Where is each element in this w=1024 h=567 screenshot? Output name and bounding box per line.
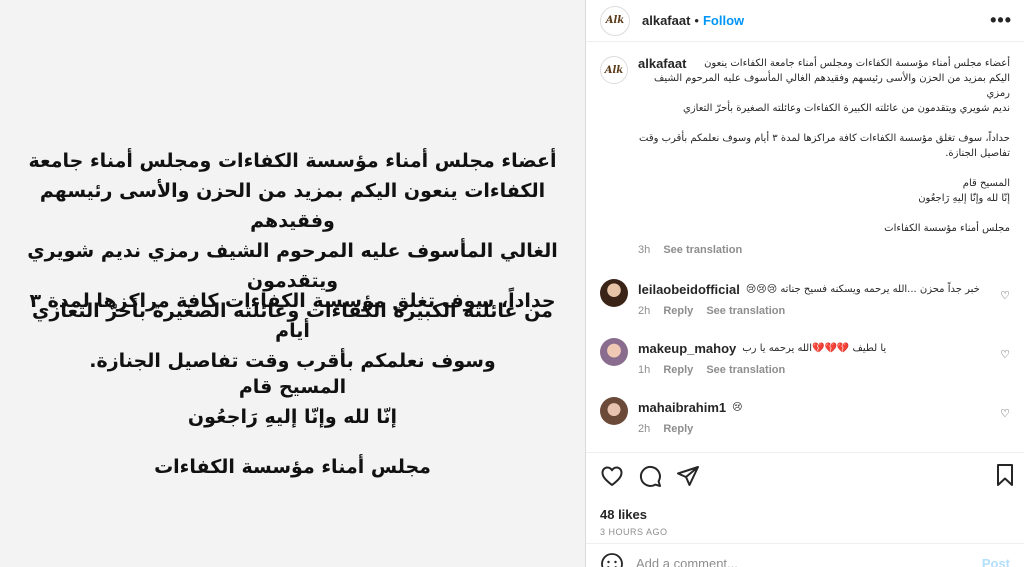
reply-button[interactable]: Reply (663, 305, 693, 317)
caption-line: اليكم بمزيد من الحزن والأسى رئيسهم وفقيد… (654, 73, 1010, 99)
comment-bubble-icon[interactable] (638, 464, 662, 488)
instagram-post-view: أعضاء مجلس أمناء مؤسسة الكفاءات ومجلس أم… (0, 0, 1024, 567)
caption-line: أعضاء مجلس أمناء مؤسسة الكفاءات ومجلس أم… (704, 58, 1010, 69)
post-image[interactable]: أعضاء مجلس أمناء مؤسسة الكفاءات ومجلس أم… (0, 0, 585, 567)
see-translation-link[interactable]: See translation (706, 305, 785, 317)
avatar[interactable]: Alk (600, 5, 630, 36)
emoji-icon[interactable] (600, 552, 624, 567)
caption-line: إنّا لله وإنّا إليهِ رَاجعُون (918, 193, 1010, 204)
commenter-username[interactable]: leilaobeidofficial (638, 282, 740, 297)
post-image-signature: مجلس أمناء مؤسسة الكفاءات (154, 456, 431, 478)
caption: Alk alkafaat أعضاء مجلس أمناء مؤسسة الكف… (586, 56, 1024, 256)
commenter-username[interactable]: makeup_mahoy (638, 341, 736, 356)
post-timestamp: 3 HOURS AGO (600, 527, 668, 537)
caption-line: حداداً، سوف تغلق مؤسسة الكفاءات كافة مرا… (639, 133, 1010, 144)
comment-time: 1h (638, 364, 651, 376)
caption-line: مجلس أمناء مؤسسة الكفاءات (884, 223, 1010, 234)
see-translation-link[interactable]: See translation (706, 364, 785, 376)
comment-text: خبر جداً محزن ...الله يرحمه ويسكنه فسيح … (745, 284, 980, 295)
comment-time: 2h (638, 305, 651, 317)
share-send-icon[interactable] (676, 464, 700, 488)
save-bookmark-icon[interactable] (994, 463, 1016, 487)
commenter-avatar[interactable] (600, 397, 628, 425)
caption-username[interactable]: alkafaat (638, 56, 686, 71)
caption-line: تفاصيل الجنازة. (945, 148, 1010, 159)
comment-item: leilaobeidofficial خبر جداً محزن ...الله… (600, 279, 1010, 317)
like-comment-heart-icon[interactable]: ♡ (1000, 407, 1010, 420)
add-comment-input[interactable] (636, 556, 982, 567)
commenter-avatar[interactable] (600, 338, 628, 366)
post-image-paragraph-3: المسيح قام إنّا لله وإنّا إليهِ رَاجعُون (187, 376, 398, 428)
comment-item: makeup_mahoy يا لطيف 💔💔💔الله يرحمه يا رب… (600, 338, 1010, 376)
post-image-paragraph-2: حداداً، سوف تغلق مؤسسة الكفاءات كافة مرا… (29, 290, 556, 372)
post-actions: 48 likes 3 HOURS AGO (586, 452, 1024, 537)
post-sidebar: Alk alkafaat • Follow ••• Alk alkafaat أ… (585, 0, 1024, 567)
commenter-avatar[interactable] (600, 279, 628, 307)
more-options-icon[interactable]: ••• (990, 10, 1012, 31)
follow-button[interactable]: Follow (703, 13, 744, 28)
like-heart-icon[interactable] (600, 464, 624, 488)
reply-button[interactable]: Reply (663, 364, 693, 376)
separator-dot: • (694, 13, 699, 28)
reply-button[interactable]: Reply (663, 423, 693, 435)
likes-count[interactable]: 48 likes (600, 507, 1010, 522)
comment-time: 2h (638, 423, 651, 435)
see-translation-link[interactable]: See translation (663, 244, 742, 256)
comments-list: Alk alkafaat أعضاء مجلس أمناء مؤسسة الكف… (586, 56, 1024, 256)
author-username[interactable]: alkafaat (642, 13, 690, 28)
commenter-username[interactable]: mahaibrahim1 (638, 400, 726, 415)
comment-text: يا لطيف 💔💔💔الله يرحمه يا رب (742, 343, 887, 354)
post-comment-button[interactable]: Post (982, 556, 1010, 567)
comment-text: 😢 (732, 402, 743, 413)
post-header: Alk alkafaat • Follow ••• (586, 0, 1024, 42)
like-comment-heart-icon[interactable]: ♡ (1000, 348, 1010, 361)
caption-avatar[interactable]: Alk (600, 56, 628, 84)
caption-time: 3h (638, 244, 651, 256)
add-comment-bar: Post (586, 543, 1024, 567)
caption-line: نديم شويري ويتقدمون من عائلته الكبيرة ال… (683, 103, 1010, 114)
caption-line: المسيح قام (962, 178, 1010, 189)
like-comment-heart-icon[interactable]: ♡ (1000, 289, 1010, 302)
comment-item: mahaibrahim1 😢 2h Reply ♡ (600, 397, 1010, 435)
